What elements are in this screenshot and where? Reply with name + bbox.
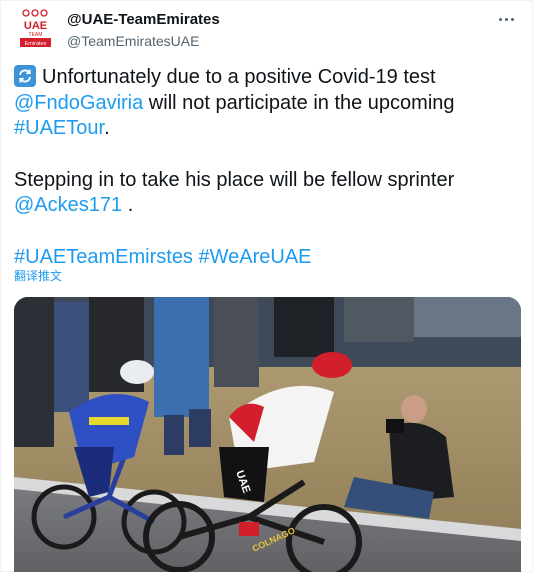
author-info[interactable]: @UAE-TeamEmirates @TeamEmiratesUAE [67, 11, 220, 50]
more-horizontal-icon [510, 17, 514, 21]
tweet-text-segment: Stepping in to take his place will be fe… [14, 168, 455, 191]
tweet-text-segment: Unfortunately due to a positive Covid-19… [42, 66, 436, 88]
tweet-text-segment: will not participate in the upcoming [143, 91, 455, 114]
avatar-logo-subtext: TEAM [29, 32, 43, 38]
hashtag-link[interactable]: #UAETeamEmirstes [14, 246, 193, 268]
mention-link[interactable]: @Ackes171 [14, 194, 122, 216]
avatar-logo-text: UAE [24, 20, 47, 32]
more-options-button[interactable] [494, 9, 518, 29]
tweet-line: @FndoGaviria will not participate in the… [14, 91, 519, 117]
more-horizontal-icon [498, 17, 502, 21]
hashtag-link[interactable]: #UAETour [14, 117, 104, 139]
hashtag-link[interactable]: #WeAreUAE [199, 246, 312, 268]
user-handle[interactable]: @TeamEmiratesUAE [67, 32, 220, 50]
tweet-card[interactable]: UAE TEAM Emirates @UAE-TeamEmirates @Tea… [0, 0, 533, 572]
translate-tweet-link[interactable]: 翻译推文 [14, 269, 62, 283]
tweet-line: Stepping in to take his place will be fe… [14, 168, 519, 194]
more-horizontal-icon [504, 17, 508, 21]
avatar-logo-banner: Emirates [25, 41, 47, 47]
tweet-text-segment: . [122, 194, 134, 216]
tweet-text-segment: . [104, 117, 110, 139]
tweet-line: #UAETour. [14, 116, 519, 142]
mention-link[interactable]: @FndoGaviria [14, 92, 143, 114]
tweet-text: Unfortunately due to a positive Covid-19… [14, 65, 519, 270]
tweet-line: #UAETeamEmirstes #WeAreUAE [14, 245, 519, 271]
tweet-photo[interactable]: UAE COLNAGO [14, 297, 521, 572]
tweet-line: @Ackes171 . [14, 193, 519, 219]
display-name[interactable]: @UAE-TeamEmirates [67, 11, 220, 29]
tweet-line: Unfortunately due to a positive Covid-19… [14, 65, 519, 91]
avatar[interactable]: UAE TEAM Emirates [17, 7, 54, 49]
repeat-emoji-icon [14, 65, 36, 87]
